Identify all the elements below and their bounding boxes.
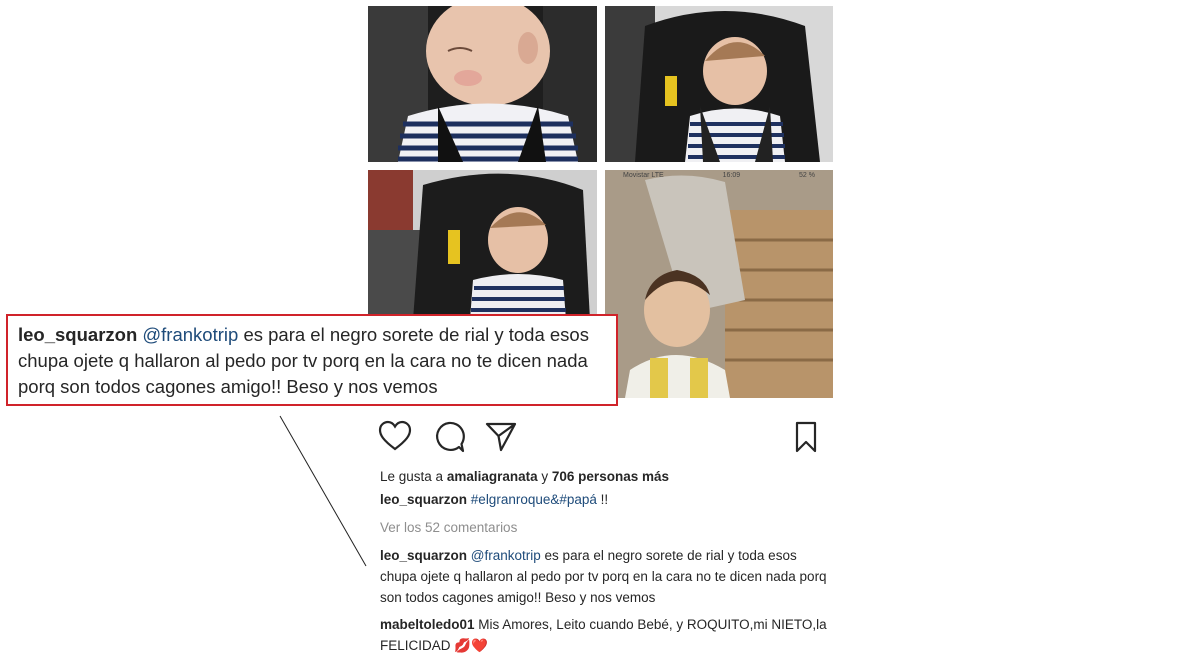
comment-leo-mention[interactable]: @frankotrip xyxy=(471,548,541,563)
zoom-username: leo_squarzon xyxy=(18,324,138,345)
battery-label: 52 % xyxy=(799,172,815,179)
photo-baby-carseat-1[interactable] xyxy=(605,6,833,162)
likes-prefix: Le gusta a xyxy=(380,469,444,484)
bookmark-icon[interactable] xyxy=(789,420,823,454)
carrier-label: Movistar LTE xyxy=(623,172,664,179)
photo-baby-closeup-image xyxy=(368,6,597,162)
photo-baby-carseat-2[interactable] xyxy=(368,170,597,320)
caption-hashtags[interactable]: #elgranroque&#papá xyxy=(471,492,597,507)
post-actions xyxy=(378,420,823,454)
comment-mabel-username[interactable]: mabeltoledo01 xyxy=(380,617,475,632)
share-icon[interactable] xyxy=(484,420,518,454)
caption-username[interactable]: leo_squarzon xyxy=(380,492,467,507)
caption-suffix: !! xyxy=(600,492,609,507)
likes-count-link[interactable]: 706 personas más xyxy=(552,469,669,484)
comment-leo: leo_squarzon @frankotrip es para el negr… xyxy=(380,545,835,608)
photo-vintage-baby-image xyxy=(605,170,833,398)
view-comments-link[interactable]: Ver los 52 comentarios xyxy=(380,520,517,535)
photo4-status-bar: Movistar LTE 16:09 52 % xyxy=(605,170,833,182)
comment-leo-username[interactable]: leo_squarzon xyxy=(380,548,467,563)
likes-line: Le gusta a amaliagranata y 706 personas … xyxy=(380,469,669,484)
photo-baby-carseat-1-image xyxy=(605,6,833,162)
photo-baby-closeup[interactable] xyxy=(368,6,597,162)
comment-mabel-emoji: 💋❤️ xyxy=(454,638,488,653)
photo-baby-carseat-2-image xyxy=(368,170,597,320)
caption-line: leo_squarzon #elgranroque&#papá !! xyxy=(380,492,608,507)
comment-icon[interactable] xyxy=(432,420,466,454)
zoom-mention: @frankotrip xyxy=(142,324,239,345)
likes-joiner: y xyxy=(541,469,549,484)
time-label: 16:09 xyxy=(722,172,741,179)
heart-icon[interactable] xyxy=(378,420,412,454)
likes-user-link[interactable]: amaliagranata xyxy=(447,469,538,484)
comment-mabel: mabeltoledo01 Mis Amores, Leito cuando B… xyxy=(380,614,835,656)
zoomed-comment-callout: leo_squarzon @frankotrip es para el negr… xyxy=(6,314,618,406)
photo-vintage-baby[interactable]: Movistar LTE 16:09 52 % xyxy=(605,170,833,398)
